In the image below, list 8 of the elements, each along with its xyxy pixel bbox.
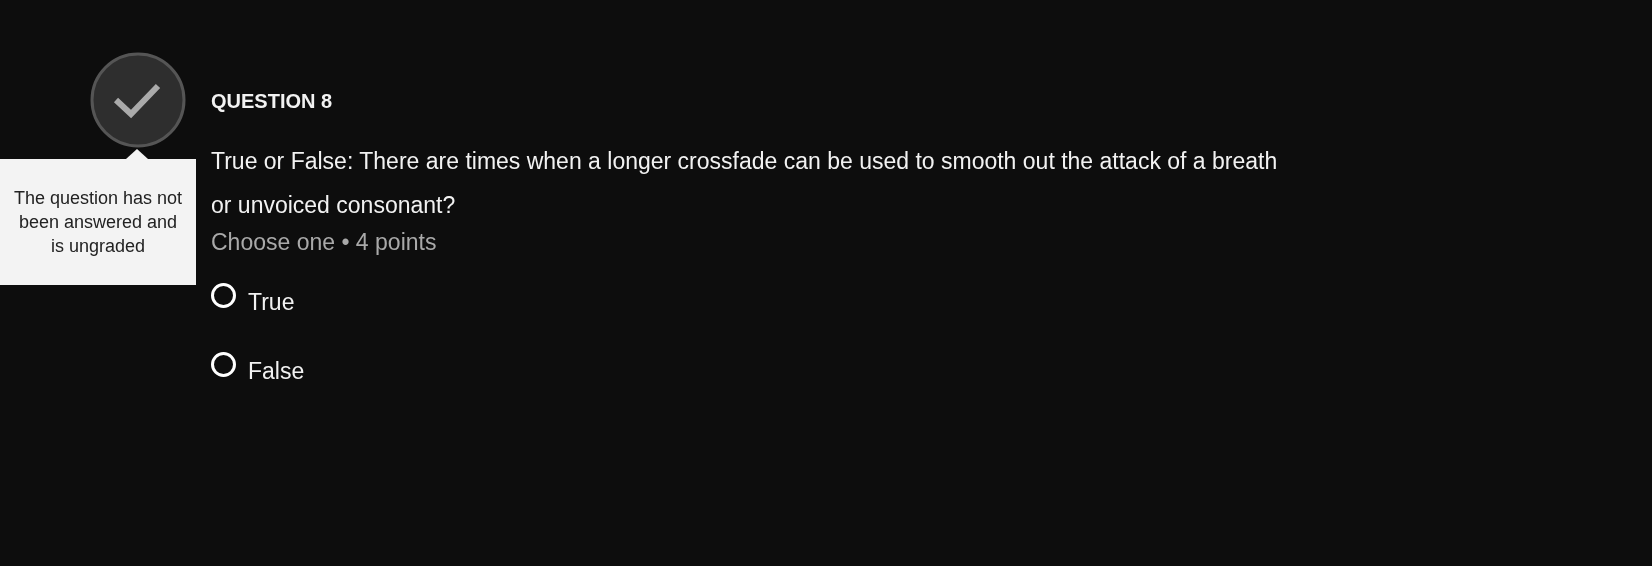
question-title: QUESTION 8 bbox=[211, 90, 333, 113]
question-text: True or False: There are times when a longer crossfade can be used to smooth out the attack of a breath or unvoiced consonant? bbox=[211, 147, 1279, 220]
radio-button[interactable] bbox=[211, 283, 236, 308]
question-meta: Choose one • 4 points bbox=[211, 228, 437, 257]
answer-option[interactable]: True bbox=[211, 283, 295, 316]
tooltip: The question has not been answered and is ungraded bbox=[0, 159, 196, 285]
radio-button[interactable] bbox=[211, 352, 236, 377]
answer-option[interactable]: False bbox=[211, 352, 305, 385]
